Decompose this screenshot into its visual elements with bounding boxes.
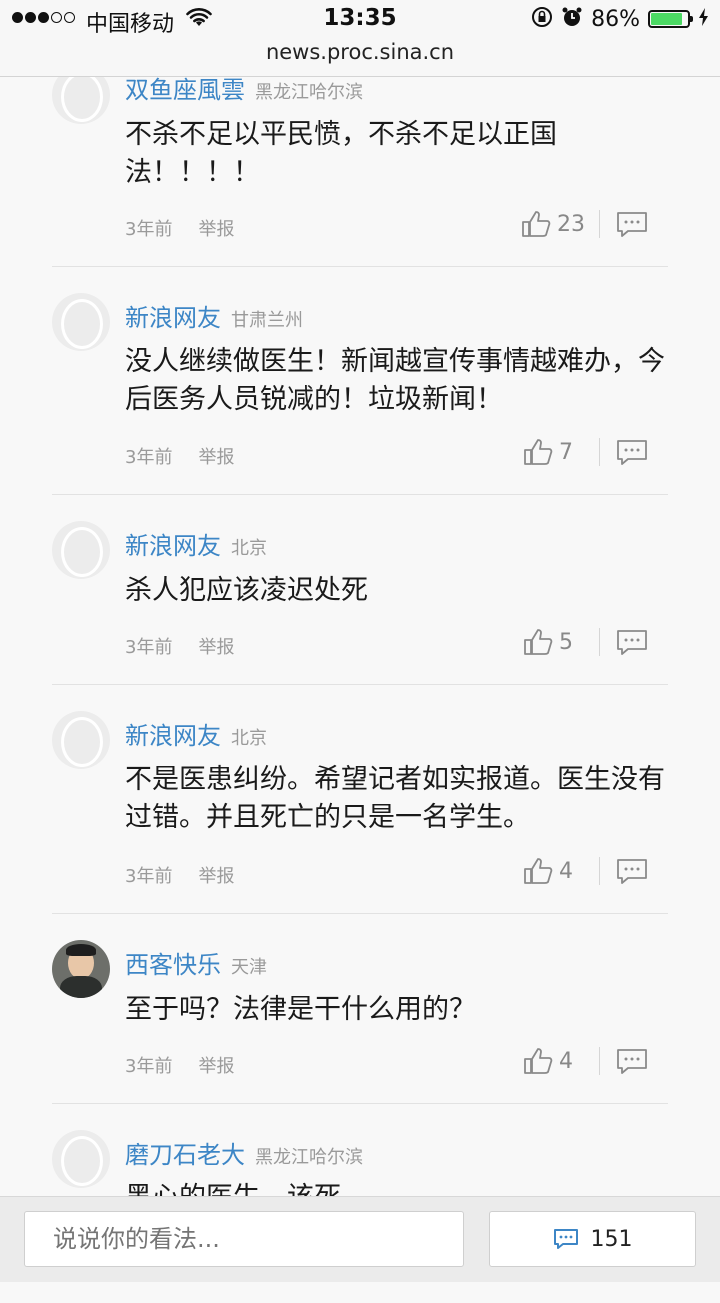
alarm-icon — [561, 6, 583, 32]
comment-location: 黑龙江哈尔滨 — [255, 82, 363, 103]
status-bar: 中国移动 13:35 86% — [0, 0, 720, 40]
comment-time: 3年前 — [125, 219, 173, 240]
reply-icon[interactable] — [616, 1047, 648, 1075]
address-bar-url[interactable]: news.proc.sina.cn — [0, 40, 720, 64]
reply-icon[interactable] — [616, 857, 648, 885]
thumbs-up-icon[interactable] — [523, 438, 553, 466]
report-link[interactable]: 举报 — [198, 215, 234, 241]
divider — [599, 210, 600, 238]
thumbs-up-icon[interactable] — [521, 210, 551, 238]
comment-location: 黑龙江哈尔滨 — [255, 1147, 363, 1168]
divider — [599, 1047, 600, 1075]
avatar[interactable] — [52, 521, 110, 579]
avatar[interactable] — [52, 940, 110, 998]
battery-icon — [648, 10, 693, 28]
comment-location: 甘肃兰州 — [231, 310, 303, 331]
comment-text: 不杀不足以平民愤，不杀不足以正国法！！！！ — [125, 119, 557, 188]
like-count: 4 — [559, 858, 573, 884]
comment-text: 杀人犯应该凌迟处死 — [125, 575, 368, 606]
comment-username[interactable]: 新浪网友 — [125, 526, 221, 561]
orientation-lock-icon — [531, 6, 553, 32]
report-link[interactable]: 举报 — [198, 1052, 234, 1078]
reply-icon[interactable] — [616, 628, 648, 656]
comment-count: 151 — [590, 1226, 633, 1252]
comment-time: 3年前 — [125, 637, 173, 658]
comment-text: 没人继续做医生！新闻越宣传事情越难办，今后医务人员锐减的！垃圾新闻！ — [125, 346, 665, 415]
reply-icon[interactable] — [616, 210, 648, 238]
comment-location: 北京 — [231, 538, 267, 559]
comment-text: 不是医患纠纷。希望记者如实报道。医生没有过错。并且死亡的只是一名学生。 — [125, 764, 665, 833]
comment-item: 新浪网友 甘肃兰州 没人继续做医生！新闻越宣传事情越难办，今后医务人员锐减的！垃… — [52, 266, 668, 495]
comment-time: 3年前 — [125, 447, 173, 468]
report-link[interactable]: 举报 — [198, 633, 234, 659]
like-count: 5 — [559, 629, 573, 655]
comment-input[interactable] — [24, 1211, 464, 1267]
comment-location: 北京 — [231, 728, 267, 749]
avatar[interactable] — [52, 293, 110, 351]
comment-location: 天津 — [231, 957, 267, 978]
comment-username[interactable]: 新浪网友 — [125, 298, 221, 333]
like-count: 23 — [557, 211, 585, 237]
comment-time: 3年前 — [125, 866, 173, 887]
comment-username[interactable]: 西客快乐 — [125, 945, 221, 980]
comment-text: 至于吗？法律是干什么用的？ — [125, 994, 476, 1025]
report-link[interactable]: 举报 — [198, 443, 234, 469]
comment-item: 新浪网友 北京 杀人犯应该凌迟处死 3年前 举报 5 — [52, 494, 668, 685]
comment-username[interactable]: 新浪网友 — [125, 716, 221, 751]
avatar[interactable] — [52, 711, 110, 769]
comment-bottom-bar: 151 — [0, 1196, 720, 1282]
divider — [599, 628, 600, 656]
comment-item: 新浪网友 北京 不是医患纠纷。希望记者如实报道。医生没有过错。并且死亡的只是一名… — [52, 684, 668, 914]
comment-count-button[interactable]: 151 — [489, 1211, 696, 1267]
avatar[interactable] — [52, 1130, 110, 1188]
browser-top-bar: 中国移动 13:35 86% news.proc.sina.cn — [0, 0, 720, 77]
comment-icon — [553, 1228, 579, 1250]
battery-percentage: 86% — [591, 6, 640, 32]
thumbs-up-icon[interactable] — [523, 628, 553, 656]
like-count: 7 — [559, 439, 573, 465]
report-link[interactable]: 举报 — [198, 862, 234, 888]
reply-icon[interactable] — [616, 438, 648, 466]
thumbs-up-icon[interactable] — [523, 1047, 553, 1075]
comment-time: 3年前 — [125, 1056, 173, 1077]
comment-item: 西客快乐 天津 至于吗？法律是干什么用的？ 3年前 举报 4 — [52, 913, 668, 1104]
comment-username[interactable]: 磨刀石老大 — [125, 1135, 245, 1170]
divider — [599, 438, 600, 466]
divider — [599, 857, 600, 885]
thumbs-up-icon[interactable] — [523, 857, 553, 885]
like-count: 4 — [559, 1048, 573, 1074]
charging-icon — [698, 7, 710, 31]
